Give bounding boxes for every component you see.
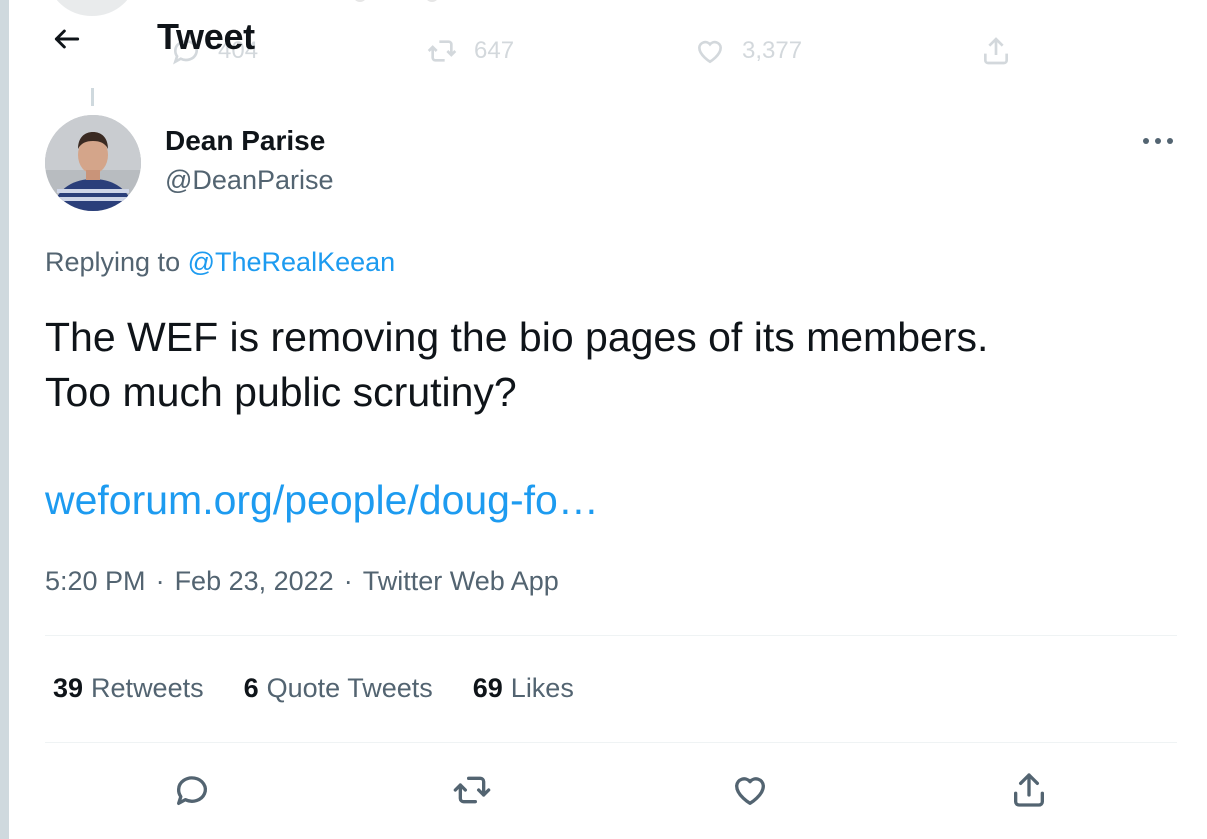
tweet-source[interactable]: Twitter Web App [363, 566, 559, 597]
page-title: Tweet [157, 16, 255, 57]
divider [45, 635, 1177, 636]
likes-stat[interactable]: 69 Likes [473, 673, 574, 704]
share-icon [1014, 773, 1044, 807]
parent-like-count: 3,377 [742, 37, 803, 64]
thread-connector [91, 88, 94, 106]
tweet-text: The WEF is removing the bio pages of its… [45, 310, 1165, 420]
parent-share-stat[interactable] [980, 36, 1012, 66]
reply-context-prefix: Replying to [45, 247, 181, 277]
retweet-icon [427, 40, 457, 62]
likes-label: Likes [510, 673, 574, 703]
reply-target-link[interactable]: @TheRealKeean [188, 247, 396, 277]
quote-tweets-stat[interactable]: 6 Quote Tweets [244, 673, 433, 704]
retweet-button[interactable] [447, 765, 497, 815]
tweet-link[interactable]: weforum.org/people/doug-fo… [45, 477, 599, 524]
tweet-text-line: The WEF is removing the bio pages of its… [45, 314, 989, 360]
parent-media-dot [353, 0, 367, 2]
tweet-time[interactable]: 5:20 PM [45, 566, 146, 597]
separator: · [343, 566, 353, 596]
divider [45, 742, 1177, 743]
arrow-left-icon [54, 29, 80, 49]
reply-context: Replying to @TheRealKeean [45, 247, 395, 278]
retweets-label: Retweets [91, 673, 204, 703]
like-icon [735, 777, 765, 805]
retweets-stat[interactable]: 39 Retweets [53, 673, 204, 704]
tweet-page: 404 647 3,377 Tweet Dean Parise @DeanPar… [0, 0, 1207, 839]
retweet-icon [453, 776, 491, 804]
share-icon [984, 37, 1008, 65]
like-button[interactable] [725, 765, 775, 815]
author-handle[interactable]: @DeanParise [165, 165, 334, 196]
user-photo [45, 115, 141, 211]
separator: · [155, 566, 165, 596]
author-display-name[interactable]: Dean Parise [165, 125, 325, 157]
parent-media-dot [425, 0, 439, 2]
reply-button[interactable] [167, 765, 217, 815]
reply-icon [177, 776, 207, 805]
tweet-metadata: 5:20 PM · Feb 23, 2022 · Twitter Web App [45, 566, 559, 597]
back-button[interactable] [44, 16, 90, 62]
quote-tweets-count: 6 [243, 673, 259, 703]
parent-like-stat[interactable]: 3,377 [694, 36, 802, 66]
more-button[interactable] [1136, 122, 1180, 160]
avatar[interactable] [45, 115, 141, 211]
tweet-text-line: Too much public scrutiny? [45, 369, 517, 415]
like-icon [697, 40, 723, 64]
parent-retweet-count: 647 [474, 37, 515, 64]
tweet-stats: 39 Retweets 6 Quote Tweets 69 Likes [53, 673, 574, 704]
quote-tweets-label: Quote Tweets [266, 673, 433, 703]
share-button[interactable] [1004, 765, 1054, 815]
likes-count: 69 [472, 673, 503, 703]
scroll-edge [0, 0, 9, 839]
parent-avatar[interactable] [48, 0, 136, 16]
retweets-count: 39 [53, 673, 84, 703]
ellipsis-icon [1143, 138, 1173, 144]
parent-retweet-stat[interactable]: 647 [426, 36, 514, 66]
tweet-date[interactable]: Feb 23, 2022 [175, 566, 334, 597]
